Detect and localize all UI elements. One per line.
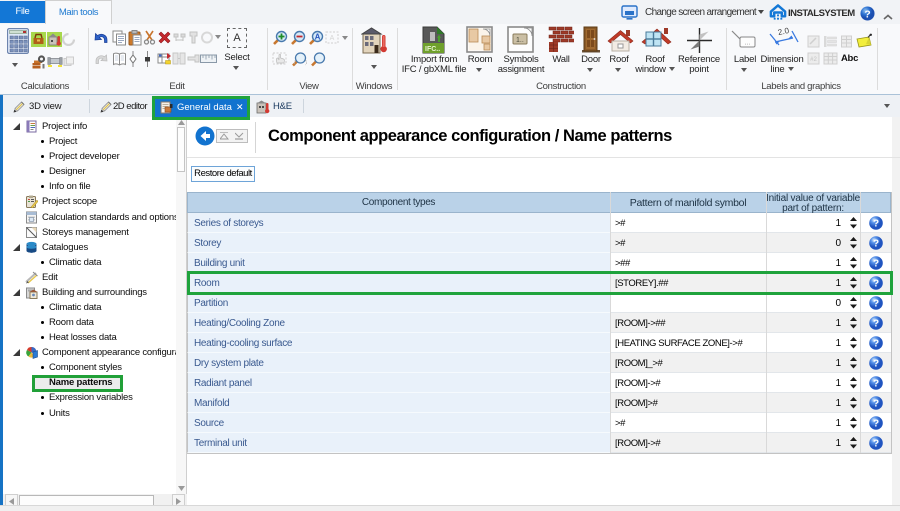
svg-text:?: ?	[873, 379, 879, 390]
svg-text:A: A	[330, 35, 335, 42]
svg-text:?: ?	[873, 259, 879, 270]
svg-text:?: ?	[873, 219, 879, 230]
svg-text:?: ?	[873, 359, 879, 370]
svg-text:?: ?	[873, 399, 879, 410]
svg-text:2.0: 2.0	[777, 26, 790, 37]
svg-text:?: ?	[873, 439, 879, 450]
svg-text:?: ?	[873, 319, 879, 330]
svg-text:#2: #2	[810, 57, 817, 63]
svg-text:IFC..: IFC..	[425, 46, 440, 53]
svg-text:...: ...	[745, 40, 751, 47]
svg-text:?: ?	[864, 9, 870, 20]
svg-text:?: ?	[873, 299, 879, 310]
svg-text:A: A	[315, 32, 321, 41]
svg-text:?: ?	[873, 239, 879, 250]
svg-text:?: ?	[873, 339, 879, 350]
svg-text:1..: 1..	[516, 37, 524, 44]
svg-text:?: ?	[873, 419, 879, 430]
